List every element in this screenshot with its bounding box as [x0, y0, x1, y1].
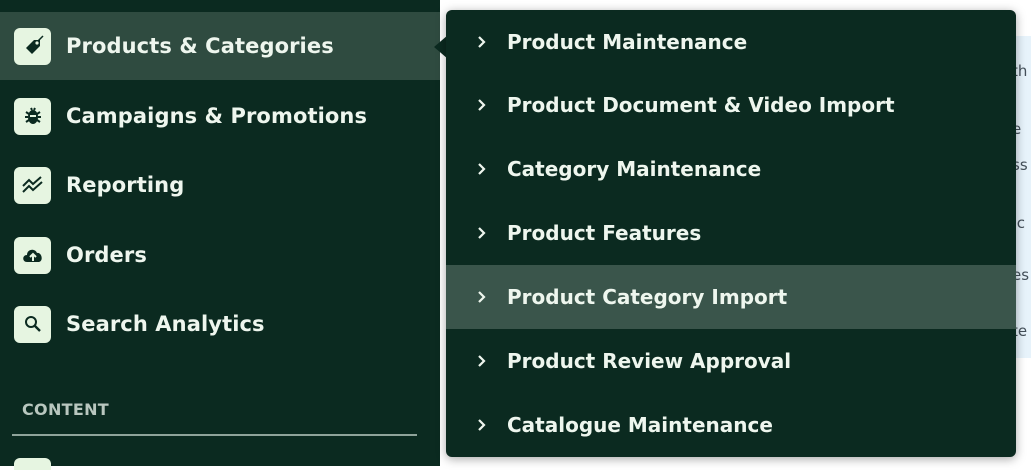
sidebar-item-reporting[interactable]: Reporting — [0, 151, 440, 219]
divider — [12, 434, 417, 436]
chevron-right-icon — [477, 162, 487, 176]
bug-icon — [14, 97, 51, 135]
sidebar-item-orders[interactable]: Orders — [0, 221, 440, 289]
chevron-right-icon — [477, 418, 487, 432]
sidebar-item-label: Search Analytics — [66, 312, 265, 336]
submenu-item-product-review-approval[interactable]: Product Review Approval — [446, 329, 1016, 393]
search-icon — [14, 305, 51, 343]
submenu-item-label: Product Review Approval — [507, 349, 792, 373]
products-submenu: Product Maintenance Product Document & V… — [446, 10, 1016, 457]
submenu-item-label: Category Maintenance — [507, 157, 762, 181]
submenu-item-product-features[interactable]: Product Features — [446, 201, 1016, 265]
sidebar-item-label: Products & Categories — [66, 34, 334, 58]
section-label-content: CONTENT — [22, 400, 109, 419]
sidebar-item-campaigns-promotions[interactable]: Campaigns & Promotions — [0, 82, 440, 150]
chevron-right-icon — [477, 98, 487, 112]
partial-nav-icon — [14, 458, 51, 470]
cloud-upload-icon — [14, 236, 51, 274]
sidebar-item-label: Reporting — [66, 173, 185, 197]
submenu-item-label: Catalogue Maintenance — [507, 413, 773, 437]
submenu-item-product-category-import[interactable]: Product Category Import — [446, 265, 1016, 329]
submenu-item-product-document-video-import[interactable]: Product Document & Video Import — [446, 73, 1016, 137]
sidebar: Products & Categories Campaigns & Promot… — [0, 0, 440, 470]
chevron-right-icon — [477, 226, 487, 240]
submenu-item-label: Product Features — [507, 221, 702, 245]
chevron-right-icon — [477, 354, 487, 368]
submenu-item-category-maintenance[interactable]: Category Maintenance — [446, 137, 1016, 201]
sidebar-item-products-categories[interactable]: Products & Categories — [0, 12, 440, 80]
submenu-item-product-maintenance[interactable]: Product Maintenance — [446, 10, 1016, 74]
sidebar-item-label: Campaigns & Promotions — [66, 104, 368, 128]
submenu-item-catalogue-maintenance[interactable]: Catalogue Maintenance — [446, 393, 1016, 457]
sidebar-item-search-analytics[interactable]: Search Analytics — [0, 290, 440, 358]
sidebar-item-label: Orders — [66, 243, 147, 267]
submenu-item-label: Product Category Import — [507, 285, 788, 309]
submenu-item-label: Product Document & Video Import — [507, 93, 895, 117]
tag-icon — [14, 27, 51, 65]
chevron-right-icon — [477, 290, 487, 304]
chevron-right-icon — [477, 35, 487, 49]
chart-line-icon — [14, 166, 51, 204]
submenu-item-label: Product Maintenance — [507, 30, 748, 54]
